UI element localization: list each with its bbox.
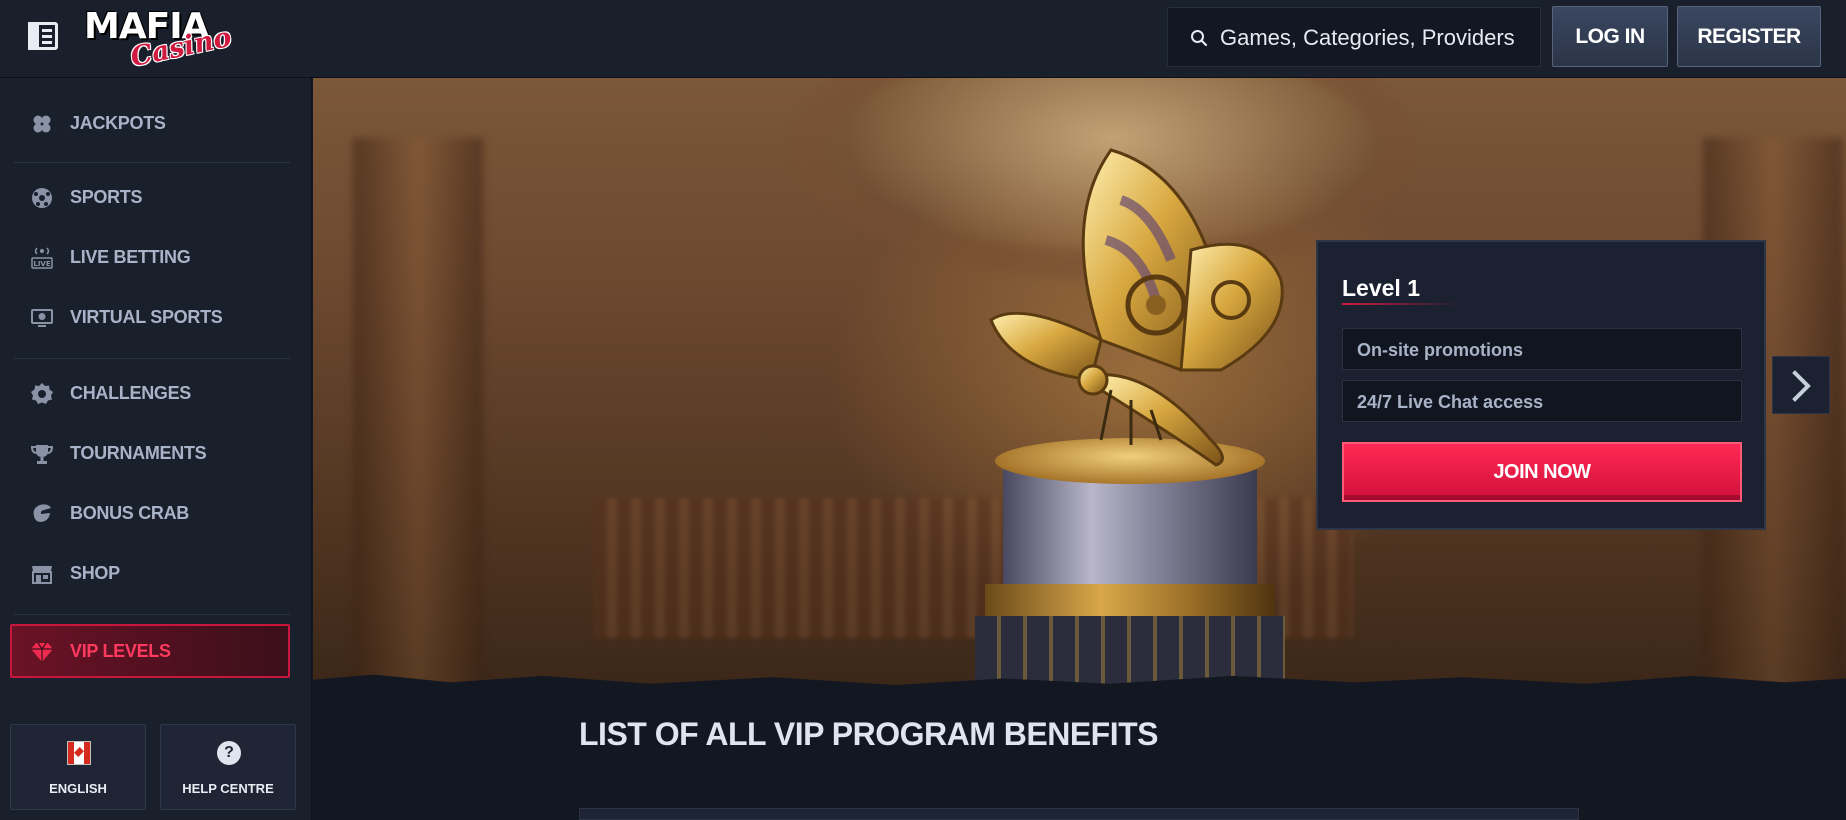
sidebar-item-label: LIVE BETTING	[70, 247, 191, 267]
shop-icon	[32, 566, 52, 584]
sidebar-nav: JACKPOTS SPORTS LIVE LIVE BETTING VIRTUA…	[0, 78, 312, 820]
search-placeholder: Games, Categories, Providers	[1220, 25, 1515, 50]
clover-icon	[33, 115, 51, 133]
virtual-monitor-icon	[31, 309, 53, 327]
benefit-item: 24/7 Live Chat access	[1342, 380, 1742, 422]
level-title: Level 1	[1342, 275, 1420, 301]
trophy-icon	[30, 445, 54, 464]
sidebar-item-label: BONUS CRAB	[70, 503, 190, 523]
login-button[interactable]: LOG IN	[1552, 6, 1668, 67]
search-icon	[1191, 30, 1208, 47]
soccer-ball-icon	[32, 188, 52, 208]
carousel-next-button[interactable]	[1772, 356, 1830, 414]
sidebar-item-label: JACKPOTS	[70, 113, 166, 133]
mafia-casino-logo[interactable]: MAFIA Casino	[84, 6, 234, 73]
sidebar-item-label: VIP LEVELS	[70, 641, 171, 661]
level-title-underline	[1342, 303, 1460, 305]
sidebar-item-tournaments[interactable]: TOURNAMENTS	[12, 428, 290, 480]
register-button[interactable]: REGISTER	[1677, 6, 1821, 67]
benefit-label: On-site promotions	[1357, 340, 1523, 360]
sidebar-item-live-betting[interactable]: LIVE LIVE BETTING	[12, 232, 290, 284]
benefits-table	[579, 808, 1579, 820]
sidebar-item-challenges[interactable]: CHALLENGES	[12, 368, 290, 420]
join-now-button[interactable]: JOIN NOW	[1342, 442, 1742, 502]
help-centre-button[interactable]: ? HELP CENTRE	[160, 724, 296, 810]
benefit-item: On-site promotions	[1342, 328, 1742, 370]
sidebar-divider	[14, 614, 290, 615]
live-broadcast-icon: LIVE	[31, 247, 53, 269]
section-title: LIST OF ALL VIP PROGRAM BENEFITS	[579, 716, 1159, 752]
hero-background-column	[353, 138, 483, 690]
sidebar-item-label: CHALLENGES	[70, 383, 192, 403]
crab-claw-icon	[33, 504, 51, 522]
vip-level-card: Level 1 On-site promotions 24/7 Live Cha…	[1316, 240, 1766, 530]
golden-butterfly-icon	[989, 148, 1284, 467]
sidebar-item-virtual-sports[interactable]: VIRTUAL SPORTS	[12, 292, 290, 344]
top-header: MAFIA Casino Games, Categories, Provider…	[0, 0, 1846, 78]
sidebar-item-jackpots[interactable]: JACKPOTS	[12, 98, 290, 150]
sidebar-item-label: VIRTUAL SPORTS	[70, 307, 223, 327]
sidebar-divider	[14, 358, 290, 359]
pedestal-band	[985, 584, 1275, 620]
language-label: ENGLISH	[49, 781, 107, 796]
sidebar-item-label: SPORTS	[70, 187, 143, 207]
sidebar-toggle-icon[interactable]	[28, 22, 58, 50]
sidebar-item-shop[interactable]: SHOP	[12, 548, 290, 600]
help-icon: ?	[217, 741, 241, 765]
sidebar-item-bonus-crab[interactable]: BONUS CRAB	[12, 488, 290, 540]
benefit-label: 24/7 Live Chat access	[1357, 392, 1544, 412]
svg-text:LIVE: LIVE	[33, 260, 50, 268]
badge-icon	[31, 383, 53, 404]
help-label: HELP CENTRE	[182, 781, 274, 796]
chevron-right-icon	[1792, 370, 1811, 402]
sidebar-item-sports[interactable]: SPORTS	[12, 172, 290, 224]
sidebar-divider	[14, 162, 290, 163]
diamond-icon	[31, 642, 53, 662]
canada-flag-icon	[67, 741, 91, 765]
search-input[interactable]: Games, Categories, Providers	[1167, 7, 1541, 67]
sidebar-item-label: TOURNAMENTS	[70, 443, 207, 463]
sidebar-item-label: SHOP	[70, 563, 120, 583]
language-button[interactable]: ENGLISH	[10, 724, 146, 810]
sidebar-item-vip-levels[interactable]: VIP LEVELS	[10, 624, 290, 678]
